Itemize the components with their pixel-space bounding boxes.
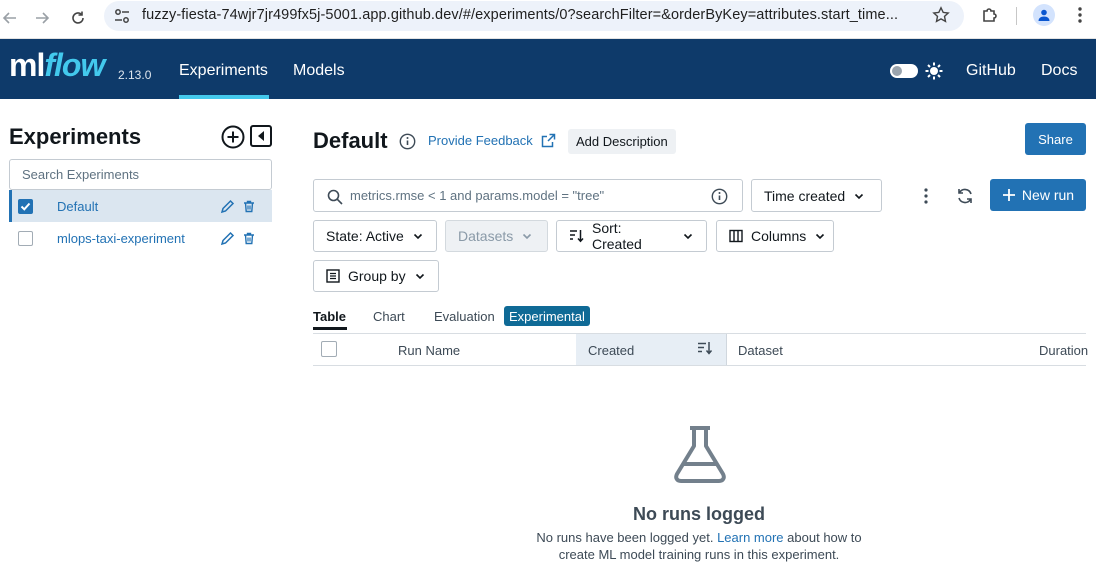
experiment-title: Default [313, 128, 388, 153]
search-info-icon[interactable] [711, 188, 728, 205]
chevron-down-icon [853, 190, 865, 202]
datasets-filter-select[interactable]: Datasets [445, 220, 548, 252]
sort-descending-icon[interactable] [697, 341, 713, 356]
state-filter-select[interactable]: State: Active [313, 220, 437, 252]
nav-experiments[interactable]: Experiments [179, 62, 268, 80]
run-search-input[interactable] [314, 180, 742, 211]
logo-ml-text: ml [9, 47, 45, 83]
feedback-label: Provide Feedback [428, 133, 533, 148]
tab-table[interactable]: Table [313, 309, 346, 324]
group-by-icon [326, 269, 340, 283]
toolbar-divider [1016, 7, 1017, 25]
forward-arrow-icon[interactable] [32, 8, 52, 28]
plus-icon [1002, 188, 1016, 202]
active-nav-indicator [179, 95, 269, 99]
column-header-created[interactable]: Created [588, 343, 634, 358]
address-bar[interactable]: fuzzy-fiesta-74wjr7jr499fx5j-5001.app.gi… [104, 1, 964, 31]
empty-text-line2: create ML model training runs in this ex… [558, 547, 840, 562]
experiment-item-default[interactable]: Default [9, 190, 272, 222]
add-experiment-icon[interactable] [221, 125, 245, 149]
sidebar-title: Experiments [9, 124, 142, 149]
empty-text-after: about how to [787, 530, 862, 545]
sun-icon[interactable] [925, 62, 943, 80]
select-all-checkbox[interactable] [321, 341, 337, 357]
columns-icon [729, 229, 743, 243]
url-text: fuzzy-fiesta-74wjr7jr499fx5j-5001.app.gi… [142, 7, 899, 23]
run-search-wrapper [313, 179, 743, 212]
time-created-select[interactable]: Time created [751, 179, 882, 212]
column-header-dataset[interactable]: Dataset [738, 343, 783, 358]
column-header-run-name[interactable]: Run Name [398, 343, 460, 358]
empty-text-before: No runs have been logged yet. [536, 530, 714, 545]
sort-icon [569, 229, 584, 243]
state-filter-label: State: Active [326, 228, 404, 244]
search-experiments-input[interactable] [10, 160, 271, 189]
search-icon [327, 189, 343, 205]
empty-state-title: No runs logged [633, 504, 765, 524]
extensions-puzzle-icon[interactable] [980, 5, 1000, 25]
column-divider [726, 334, 727, 365]
external-link-icon [541, 133, 556, 148]
experiment-name[interactable]: mlops-taxi-experiment [57, 231, 185, 246]
experiment-checkbox[interactable] [18, 230, 33, 246]
github-link[interactable]: GitHub [966, 62, 1016, 80]
site-settings-icon[interactable] [113, 7, 131, 25]
column-header-duration[interactable]: Duration [1039, 343, 1088, 358]
collapse-sidebar-icon[interactable] [250, 125, 272, 147]
group-by-select[interactable]: Group by [313, 260, 439, 292]
tab-evaluation[interactable]: Evaluation [434, 309, 495, 324]
dark-mode-toggle[interactable] [890, 64, 918, 78]
browser-menu-icon[interactable] [1072, 6, 1088, 24]
new-run-label: New run [1021, 187, 1075, 203]
group-by-label: Group by [348, 268, 406, 284]
experiment-checkbox[interactable] [18, 198, 33, 214]
delete-trash-icon[interactable] [243, 232, 255, 245]
delete-trash-icon[interactable] [243, 200, 255, 213]
chevron-down-icon [521, 230, 533, 242]
bookmark-star-icon[interactable] [932, 6, 950, 24]
add-description-button[interactable]: Add Description [568, 129, 676, 154]
columns-label: Columns [751, 228, 807, 244]
experiment-name[interactable]: Default [57, 199, 98, 214]
experimental-badge: Experimental [504, 306, 590, 326]
provide-feedback-link[interactable]: Provide Feedback [428, 133, 556, 148]
nav-models[interactable]: Models [293, 62, 345, 80]
version-label: 2.13.0 [118, 68, 152, 82]
tab-chart[interactable]: Chart [373, 309, 405, 324]
sort-label: Sort: Created [592, 220, 642, 252]
experiment-item-mlops-taxi[interactable]: mlops-taxi-experiment [9, 222, 272, 254]
active-tab-indicator [313, 327, 347, 330]
chevron-down-icon [412, 230, 424, 242]
time-created-label: Time created [764, 187, 846, 204]
columns-select[interactable]: Columns [716, 220, 834, 252]
reload-icon[interactable] [68, 8, 88, 28]
edit-pencil-icon[interactable] [220, 231, 235, 246]
edit-pencil-icon[interactable] [220, 199, 235, 214]
mlflow-logo[interactable]: mlflow [9, 47, 105, 84]
flask-icon [670, 424, 730, 484]
share-button[interactable]: Share [1025, 123, 1086, 155]
chevron-down-icon [414, 270, 426, 282]
learn-more-link[interactable]: Learn more [717, 530, 783, 545]
chevron-down-icon [814, 230, 826, 242]
datasets-filter-label: Datasets [458, 228, 514, 244]
refresh-icon[interactable] [955, 186, 975, 206]
chevron-down-icon [682, 230, 694, 242]
info-icon[interactable] [399, 133, 416, 150]
logo-flow-text: flow [44, 47, 105, 83]
profile-avatar-icon[interactable] [1033, 4, 1055, 26]
back-arrow-icon[interactable] [0, 8, 20, 28]
sort-select[interactable]: Sort: Created [556, 220, 707, 252]
browser-toolbar: fuzzy-fiesta-74wjr7jr499fx5j-5001.app.gi… [0, 0, 1096, 39]
docs-link[interactable]: Docs [1041, 62, 1077, 80]
new-run-button[interactable]: New run [990, 179, 1086, 211]
search-experiments-input-wrapper [9, 159, 272, 190]
app-header: mlflow 2.13.0 Experiments Models GitHub … [0, 39, 1096, 99]
more-options-icon[interactable] [920, 187, 932, 205]
